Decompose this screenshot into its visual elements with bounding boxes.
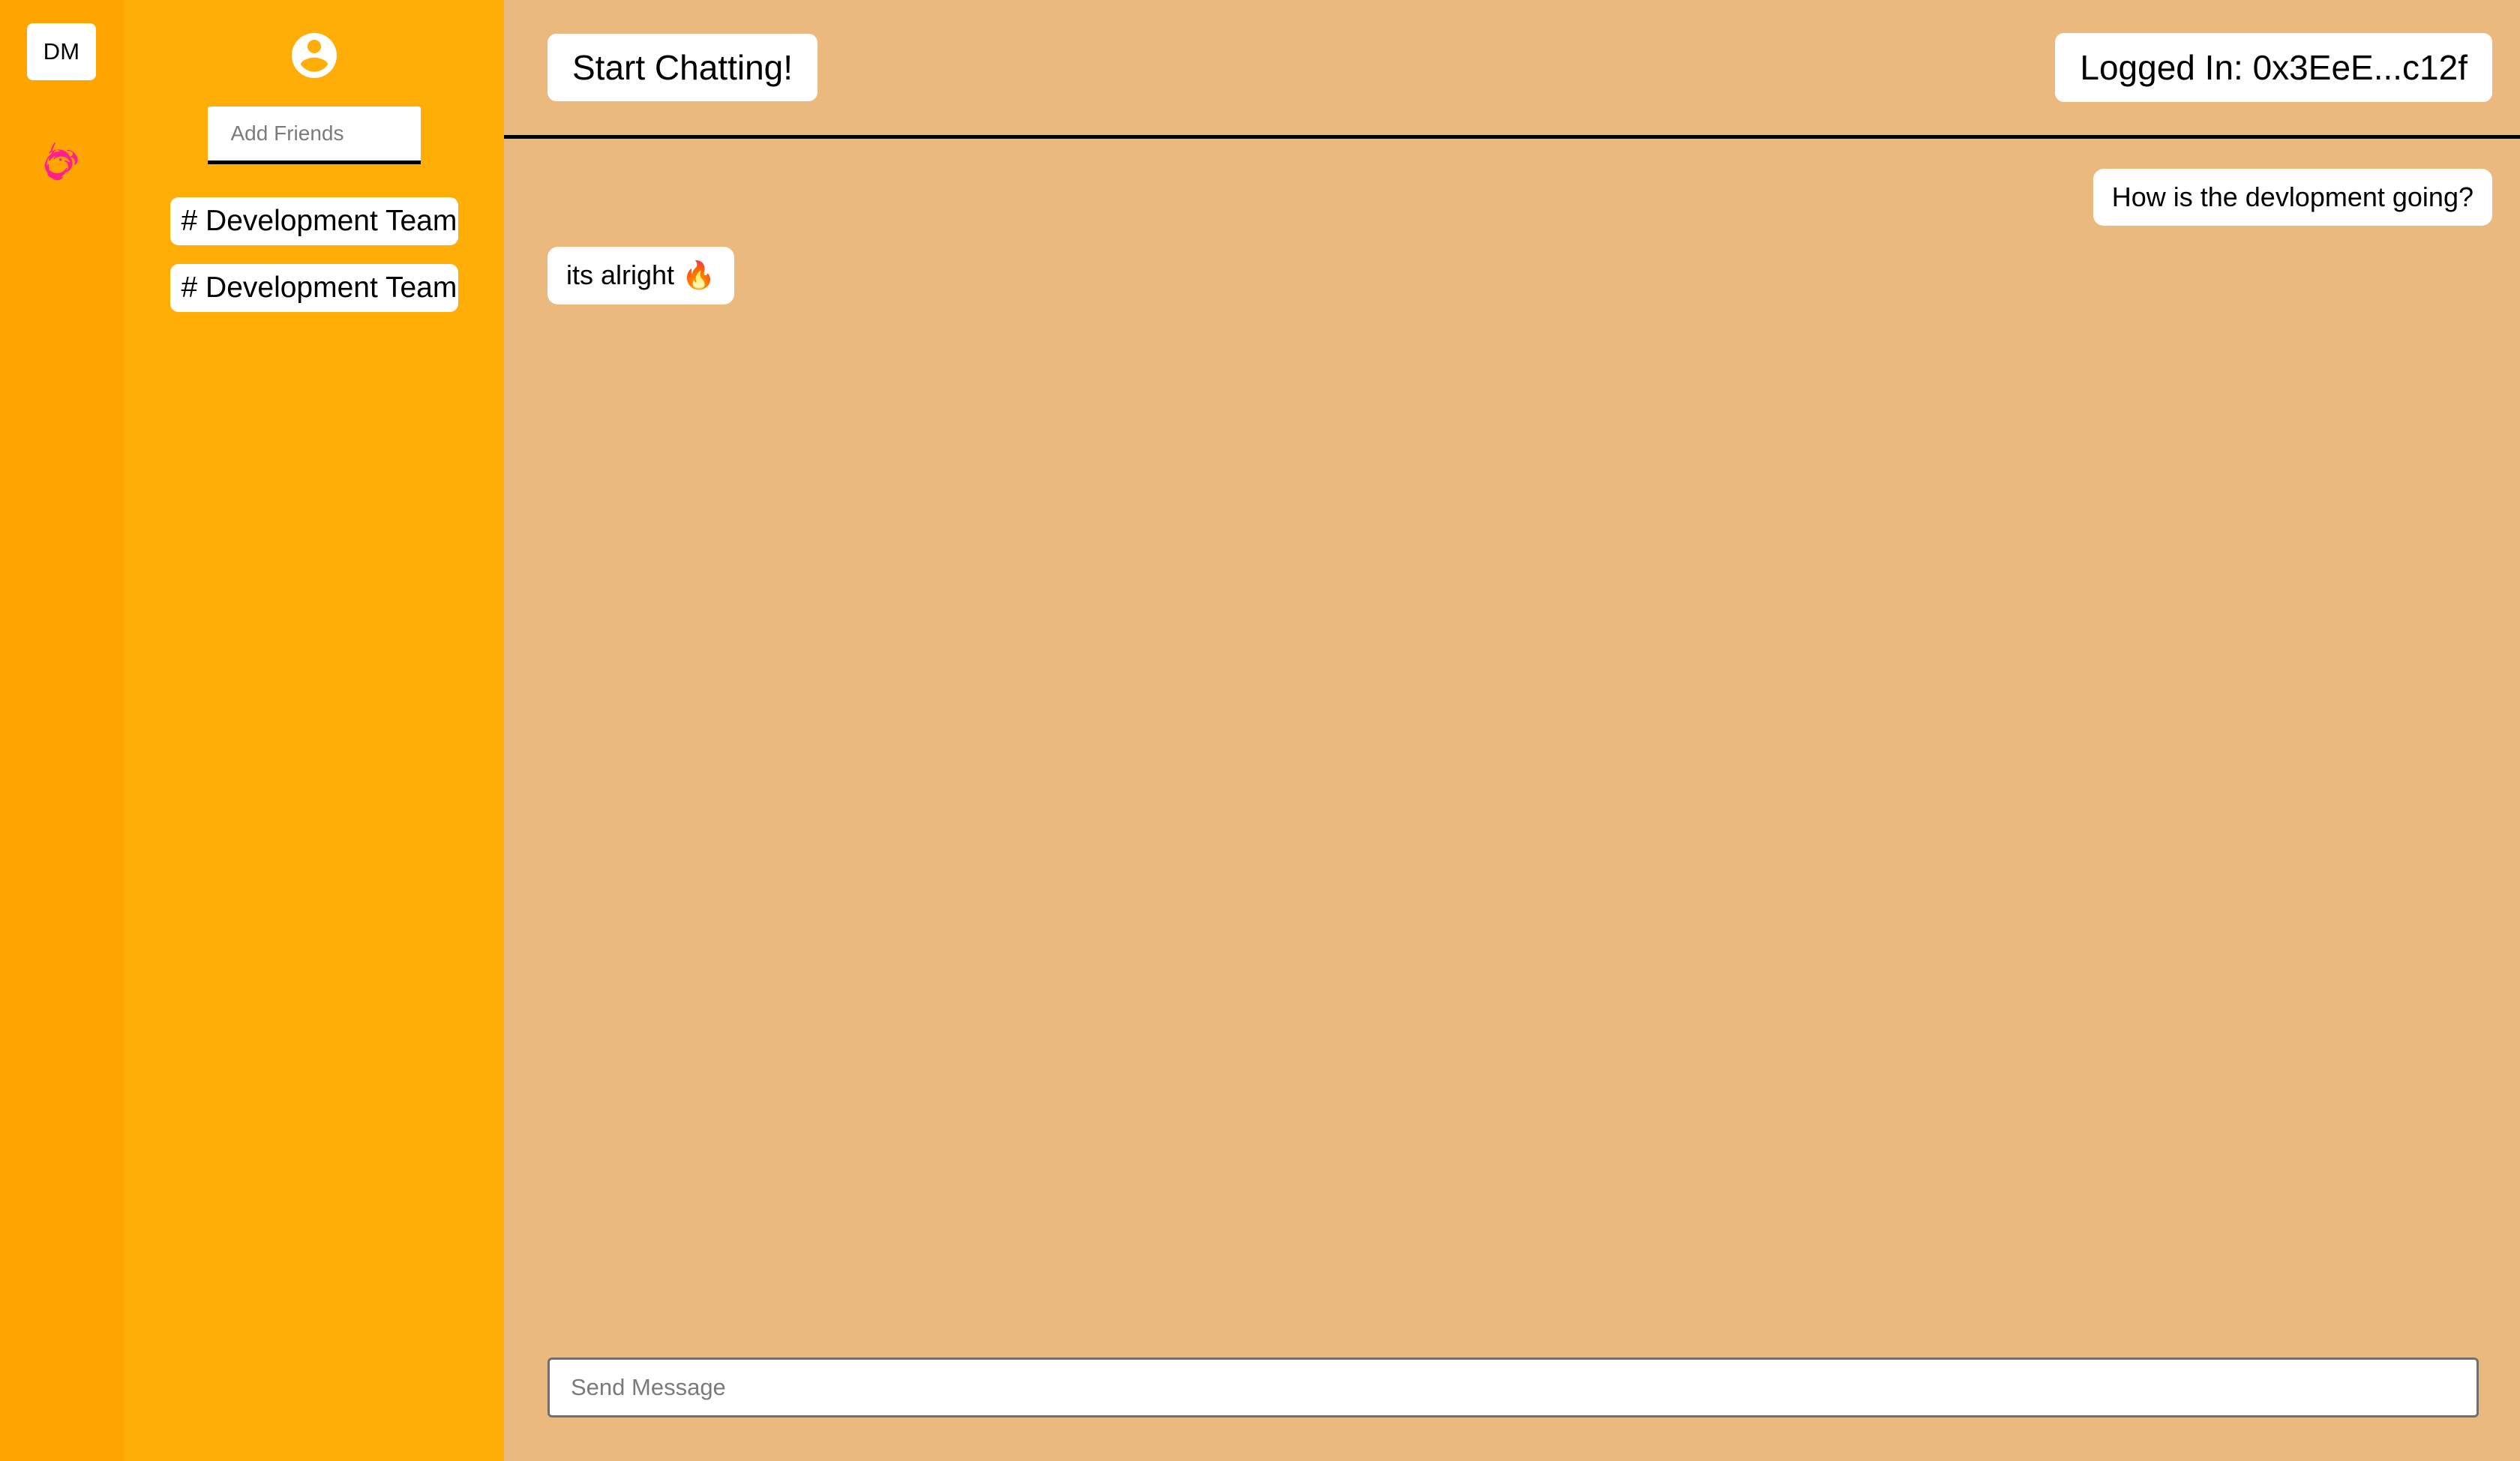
message-row-incoming: its alright 🔥 bbox=[548, 247, 2492, 304]
login-status-badge: Logged In: 0x3EeE...c12f bbox=[2055, 33, 2492, 102]
composer bbox=[504, 1358, 2520, 1461]
icon-rail: DM bbox=[0, 0, 124, 1461]
chat-main: Start Chatting! Logged In: 0x3EeE...c12f… bbox=[504, 0, 2520, 1461]
channel-item-development-team-2[interactable]: # Development Team bbox=[170, 264, 458, 312]
channel-item-development-team-1[interactable]: # Development Team bbox=[170, 197, 458, 245]
message-row-outgoing: How is the devlopment going? bbox=[548, 169, 2492, 226]
send-message-input[interactable] bbox=[548, 1358, 2479, 1418]
message-bubble: How is the devlopment going? bbox=[2092, 169, 2492, 226]
dm-button[interactable]: DM bbox=[27, 23, 96, 80]
message-list: How is the devlopment going? its alright… bbox=[504, 139, 2520, 1358]
channel-sidebar: # Development Team # Development Team bbox=[124, 0, 504, 1461]
add-friends-input[interactable] bbox=[207, 106, 421, 164]
start-chatting-button[interactable]: Start Chatting! bbox=[548, 34, 818, 101]
message-bubble: its alright 🔥 bbox=[548, 247, 734, 304]
chat-topbar: Start Chatting! Logged In: 0x3EeE...c12f bbox=[504, 0, 2520, 139]
unicorn-icon[interactable] bbox=[32, 134, 90, 192]
channel-list: # Development Team # Development Team bbox=[124, 197, 504, 312]
app-root: DM Add Friends # Development Team # Deve… bbox=[0, 0, 2520, 1461]
account-circle-icon[interactable] bbox=[287, 28, 341, 82]
